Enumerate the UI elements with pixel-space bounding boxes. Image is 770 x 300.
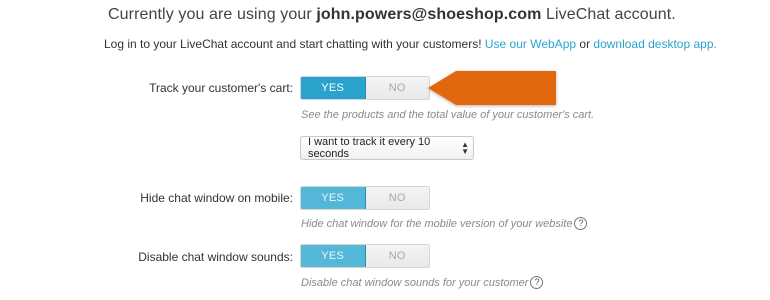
intro-text: Log in to your LiveChat account and star… [104,37,482,51]
webapp-link[interactable]: Use our WebApp [485,37,576,51]
orange-arrow-pointer [428,71,556,105]
disable-sounds-no-button[interactable]: NO [365,245,429,267]
track-cart-help: See the products and the total value of … [301,109,594,121]
hide-mobile-yes-button[interactable]: YES [301,187,366,209]
track-cart-toggle[interactable]: YES NO [300,76,430,100]
track-cart-help-text: See the products and the total value of … [301,109,595,121]
track-interval-value: I want to track it every 10 seconds [308,136,431,160]
headline-suffix: LiveChat account. [546,6,676,23]
hide-mobile-no-button[interactable]: NO [365,187,429,209]
disable-sounds-help: Disable chat window sounds for your cust… [301,276,544,289]
hide-mobile-label: Hide chat window on mobile: [140,191,293,205]
disable-sounds-toggle[interactable]: YES NO [300,244,430,268]
track-cart-yes-button[interactable]: YES [301,77,366,99]
intro-or: or [579,37,591,51]
login-instructions: Log in to your LiveChat account and star… [104,37,764,51]
disable-sounds-label: Disable chat window sounds: [138,250,293,264]
hide-mobile-toggle[interactable]: YES NO [300,186,430,210]
account-headline: Currently you are using your john.powers… [108,6,758,24]
hide-mobile-help-text: Hide chat window for the mobile version … [301,217,573,230]
question-mark-icon[interactable]: ? [574,217,588,230]
disable-sounds-help-text: Disable chat window sounds for your cust… [301,276,529,289]
track-cart-label: Track your customer's cart: [149,81,293,95]
hide-mobile-help: Hide chat window for the mobile version … [301,217,588,230]
track-cart-no-button[interactable]: NO [365,77,429,99]
track-interval-select[interactable]: I want to track it every 10 seconds ▲ ▼ [300,136,474,160]
headline-prefix: Currently you are using your [108,6,312,23]
question-mark-icon[interactable]: ? [530,276,544,289]
account-email: john.powers@shoeshop.com [316,6,542,23]
disable-sounds-yes-button[interactable]: YES [301,245,366,267]
download-desktop-link[interactable]: download desktop app. [593,37,716,51]
up-down-caret-icon: ▲ ▼ [461,140,469,156]
